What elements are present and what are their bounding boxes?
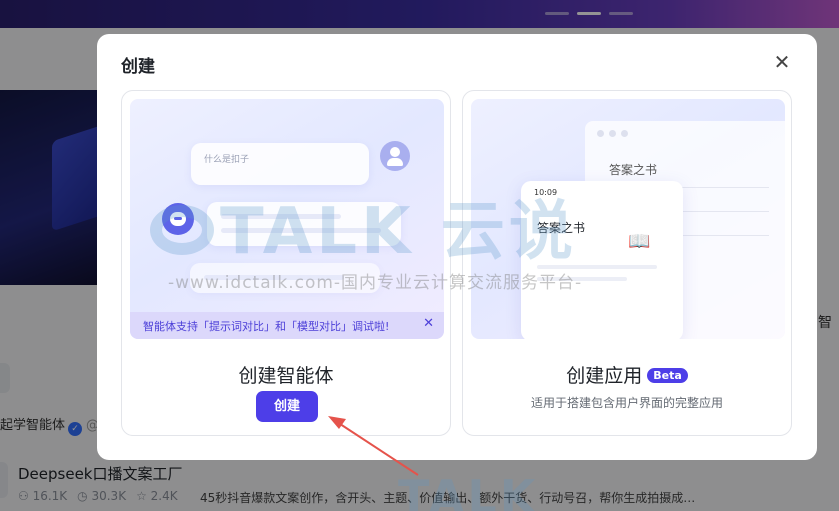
question-bubble: 什么是扣子 [191,143,369,185]
bot-avatar-icon [162,203,194,235]
create-modal: 创建 ✕ 什么是扣子 智能体支持「提示词对比」和「模型对比」调试啦! ✕ 创建智… [97,34,817,460]
window-title: 答案之书 [609,163,658,177]
agent-illustration: 什么是扣子 智能体支持「提示词对比」和「模型对比」调试啦! ✕ [130,99,444,339]
create-agent-card[interactable]: 什么是扣子 智能体支持「提示词对比」和「模型对比」调试啦! ✕ 创建智能体 创建 [121,90,451,436]
notice-close-icon[interactable]: ✕ [423,316,434,331]
agent-card-title: 创建智能体 [238,365,334,387]
user-avatar-icon [380,141,410,171]
phone-mockup: 10:09 答案之书 📖 [521,181,683,339]
app-illustration: 答案之书 10:09 答案之书 📖 [471,99,785,339]
book-icon: 📖 [628,231,651,252]
app-card-description: 适用于搭建包含用户界面的完整应用 [530,396,723,410]
beta-badge: Beta [647,368,688,383]
feature-notice: 智能体支持「提示词对比」和「模型对比」调试啦! ✕ [130,312,444,339]
phone-time: 10:09 [534,188,558,197]
create-app-card[interactable]: 答案之书 10:09 答案之书 📖 创建应用 Beta 适用于搭建包含用户界面的完… [462,90,792,436]
answer-bubble-secondary [190,263,380,293]
phone-title: 答案之书 [537,221,586,235]
notice-text: 智能体支持「提示词对比」和「模型对比」调试啦! [143,320,390,333]
create-agent-button[interactable]: 创建 [256,391,318,422]
close-icon[interactable]: ✕ [770,50,794,74]
app-card-title: 创建应用 Beta [463,361,791,388]
modal-title: 创建 [121,57,155,77]
answer-bubble [207,202,401,246]
